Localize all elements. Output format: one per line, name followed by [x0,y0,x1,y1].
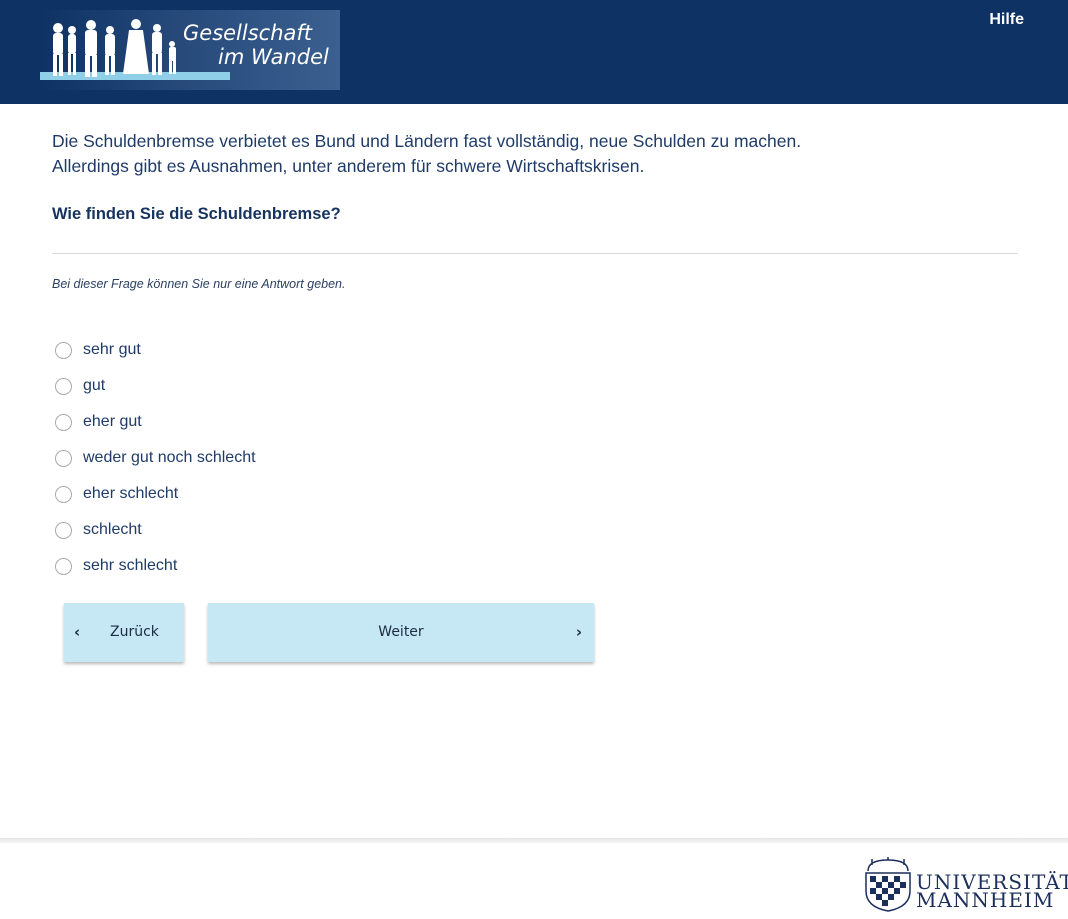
university-name-line2: MANNHEIM [916,888,1055,912]
back-button-label: Zurück [110,624,159,640]
radio-button[interactable] [55,413,72,431]
radio-button[interactable] [55,449,72,467]
logo-text-line1: Gesellschaft [183,21,313,45]
question-title: Wie finden Sie die Schuldenbremse? [52,205,341,223]
radio-button[interactable] [55,557,72,575]
radio-button[interactable] [55,341,72,359]
chevron-left-icon: ‹ [74,623,81,641]
option-eher-schlecht[interactable]: eher schlecht [55,476,256,512]
option-weder-gut-noch-schlecht[interactable]: weder gut noch schlecht [55,440,256,476]
answer-hint: Bei dieser Frage können Sie nur eine Ant… [52,277,346,291]
option-label: gut [83,377,106,394]
option-eher-gut[interactable]: eher gut [55,404,256,440]
option-label: weder gut noch schlecht [83,449,256,466]
header: Gesellschaft im Wandel Hilfe [0,0,1068,104]
option-sehr-gut[interactable]: sehr gut [55,332,256,368]
next-button[interactable]: Weiter › [208,603,594,662]
option-sehr-schlecht[interactable]: sehr schlecht [55,548,256,584]
option-label: sehr gut [83,341,141,358]
option-schlecht[interactable]: schlecht [55,512,256,548]
question-intro: Die Schuldenbremse verbietet es Bund und… [52,129,1012,179]
option-label: schlecht [83,521,142,538]
chevron-right-icon: › [575,623,582,641]
option-gut[interactable]: gut [55,368,256,404]
university-crest-icon [865,857,911,912]
back-button[interactable]: ‹ Zurück [64,603,184,662]
option-label: eher schlecht [83,485,179,502]
option-label: eher gut [83,413,142,430]
radio-button[interactable] [55,377,72,395]
intro-line-1: Die Schuldenbremse verbietet es Bund und… [52,131,802,151]
gesellschaft-im-wandel-logo: Gesellschaft im Wandel [40,10,340,90]
next-button-label: Weiter [378,624,424,640]
radio-button[interactable] [55,485,72,503]
radio-button[interactable] [55,521,72,539]
answer-options: sehr gut gut eher gut weder gut noch sch… [55,332,256,584]
footer-divider [0,838,1068,843]
intro-line-2: Allerdings gibt es Ausnahmen, unter ande… [52,156,645,176]
divider [52,253,1018,254]
option-label: sehr schlecht [83,557,178,574]
help-link[interactable]: Hilfe [989,11,1024,29]
logo-text-line2: im Wandel [218,45,329,69]
